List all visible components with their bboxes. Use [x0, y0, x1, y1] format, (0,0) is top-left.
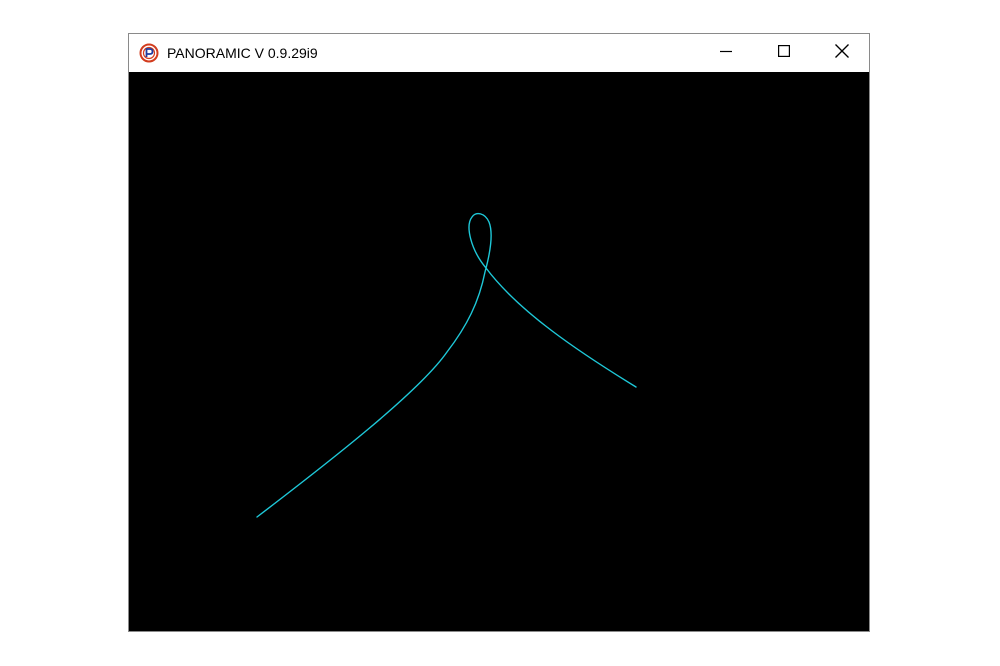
title-bar[interactable]: PANORAMIC V 0.9.29i9: [129, 34, 869, 72]
app-window: PANORAMIC V 0.9.29i9: [128, 33, 870, 632]
close-button[interactable]: [813, 34, 871, 72]
maximize-icon: [778, 44, 791, 62]
close-icon: [835, 43, 849, 63]
panoramic-logo-icon[interactable]: [139, 43, 159, 63]
drawing-canvas[interactable]: [129, 72, 869, 631]
minimize-button[interactable]: [697, 34, 755, 72]
canvas-drawing: [256, 212, 637, 518]
maximize-button[interactable]: [755, 34, 813, 72]
cyan-loop-curve: [256, 212, 637, 518]
window-title: PANORAMIC V 0.9.29i9: [167, 45, 318, 61]
minimize-icon: [720, 44, 732, 62]
